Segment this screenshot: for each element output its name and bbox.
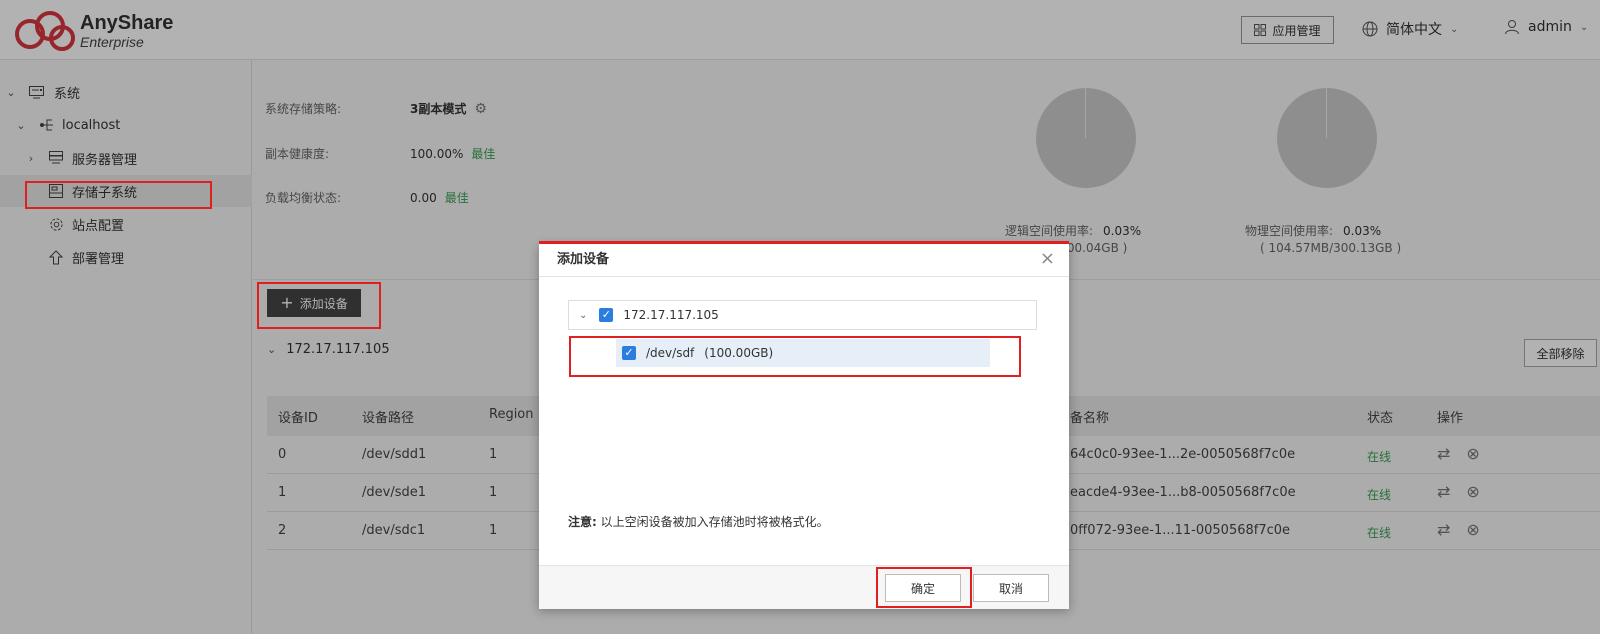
dialog-title: 添加设备 bbox=[557, 252, 610, 267]
tree-node-device-size: (100.00GB) bbox=[704, 346, 774, 360]
add-device-dialog: 添加设备 × ⌄ ✓ 172.17.117.105 ✓ /dev/sdf (10… bbox=[539, 244, 1069, 609]
confirm-button[interactable]: 确定 bbox=[885, 574, 961, 602]
tree-node-device-path: /dev/sdf bbox=[646, 346, 695, 360]
notice-text: 以上空闲设备被加入存储池时将被格式化。 bbox=[600, 515, 829, 529]
checkbox-host[interactable]: ✓ bbox=[599, 308, 614, 322]
tree-node-host-label: 172.17.117.105 bbox=[623, 308, 719, 322]
format-notice: 注意: 以上空闲设备被加入存储池时将被格式化。 bbox=[568, 513, 829, 530]
dialog-divider bbox=[539, 276, 1069, 277]
close-icon[interactable]: × bbox=[1040, 249, 1055, 269]
chevron-down-icon[interactable]: ⌄ bbox=[579, 310, 587, 321]
cancel-button[interactable]: 取消 bbox=[973, 574, 1049, 602]
checkbox-device[interactable]: ✓ bbox=[622, 346, 636, 360]
dialog-footer: 确定 取消 bbox=[539, 565, 1069, 609]
tree-node-host[interactable]: ⌄ ✓ 172.17.117.105 bbox=[568, 300, 1037, 330]
tree-node-device[interactable]: ✓ /dev/sdf (100.00GB) bbox=[616, 339, 990, 367]
notice-label: 注意: bbox=[568, 515, 597, 529]
